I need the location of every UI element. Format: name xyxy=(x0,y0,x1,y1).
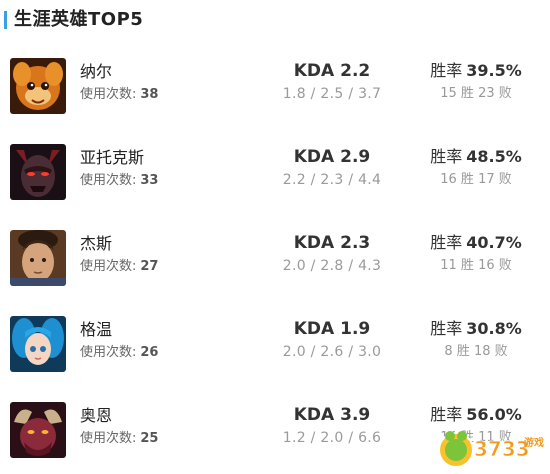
losses-label: 败 xyxy=(498,172,512,187)
win-rate-label: 胜率 xyxy=(430,61,463,80)
win-loss-record: 15 胜 23 败 xyxy=(412,85,540,103)
wins-value: 15 xyxy=(440,86,457,101)
usage-value: 38 xyxy=(140,87,159,102)
losses-label: 败 xyxy=(498,86,512,101)
svg-text:3733: 3733 xyxy=(474,437,530,461)
win-rate-value: 30.8% xyxy=(466,319,522,338)
hero-row[interactable]: 亚托克斯 使用次数: 33 KDA 2.9 2.2 / 2.3 / 4.4 胜率 4… xyxy=(0,140,550,214)
gwen-portrait-icon xyxy=(10,316,66,372)
kda-ratio: KDA 1.9 xyxy=(293,319,371,339)
losses-value: 23 xyxy=(478,86,495,101)
kda-detail: 2.2 / 2.3 / 4.4 xyxy=(282,172,382,188)
header-accent-bar xyxy=(4,11,7,29)
hero-name: 杰斯 xyxy=(80,234,113,253)
kda-detail: 1.8 / 2.5 / 3.7 xyxy=(282,86,382,102)
usage-count: 使用次数: 25 xyxy=(80,430,158,448)
3733-logo-icon: 3733 游戏 xyxy=(436,424,548,470)
svg-text:游戏: 游戏 xyxy=(524,436,544,449)
losses-value: 18 xyxy=(473,344,491,359)
hero-row[interactable]: 格温 使用次数: 26 KDA 1.9 2.0 / 2.6 / 3.0 胜率 30.… xyxy=(0,312,550,386)
losses-label: 败 xyxy=(498,258,512,273)
kda-ratio: KDA 2.2 xyxy=(293,61,371,81)
hero-name: 亚托克斯 xyxy=(80,148,145,167)
win-rate-label: 胜率 xyxy=(430,147,463,166)
wins-label: 胜 xyxy=(460,258,474,273)
wins-value: 11 xyxy=(440,258,457,273)
section-title: 生涯英雄TOP5 xyxy=(14,9,144,30)
usage-value: 27 xyxy=(140,259,159,274)
usage-label: 使用次数: xyxy=(80,259,137,274)
kda-ratio: KDA 3.9 xyxy=(293,405,371,425)
win-rate-label: 胜率 xyxy=(430,233,463,252)
win-rate-value: 48.5% xyxy=(466,147,522,166)
win-loss-record: 8 胜 18 败 xyxy=(412,343,540,361)
usage-value: 33 xyxy=(140,173,159,188)
win-rate-label: 胜率 xyxy=(430,319,463,338)
jayce-portrait-icon xyxy=(10,230,66,286)
usage-count: 使用次数: 38 xyxy=(80,86,158,104)
losses-value: 17 xyxy=(478,172,495,187)
hero-row[interactable]: 杰斯 使用次数: 27 KDA 2.3 2.0 / 2.8 / 4.3 胜率 40.… xyxy=(0,226,550,300)
kda-ratio: KDA 2.3 xyxy=(293,233,371,253)
wins-label: 胜 xyxy=(460,172,474,187)
wins-value: 8 xyxy=(444,344,453,359)
win-rate-value: 56.0% xyxy=(466,405,522,424)
usage-count: 使用次数: 26 xyxy=(80,344,158,362)
usage-label: 使用次数: xyxy=(80,345,137,360)
win-rate: 胜率 39.5% xyxy=(412,60,540,82)
hero-name: 奥恩 xyxy=(80,406,113,425)
gnar-portrait-icon xyxy=(10,58,66,114)
ornn-portrait-icon xyxy=(10,402,66,458)
kda-detail: 2.0 / 2.6 / 3.0 xyxy=(282,344,382,360)
wins-value: 16 xyxy=(440,172,457,187)
win-rate: 胜率 56.0% xyxy=(412,404,540,426)
hero-name: 纳尔 xyxy=(80,62,113,81)
aatrox-portrait-icon xyxy=(10,144,66,200)
win-rate: 胜率 30.8% xyxy=(412,318,540,340)
kda-detail: 1.2 / 2.0 / 6.6 xyxy=(282,430,382,446)
win-rate: 胜率 48.5% xyxy=(412,146,540,168)
hero-name: 格温 xyxy=(80,320,113,339)
section-header: 生涯英雄TOP5 xyxy=(0,0,550,40)
usage-label: 使用次数: xyxy=(80,87,137,102)
hero-row[interactable]: 纳尔 使用次数: 38 KDA 2.2 1.8 / 2.5 / 3.7 胜率 39.… xyxy=(0,54,550,128)
kda-detail: 2.0 / 2.8 / 4.3 xyxy=(282,258,382,274)
win-rate-value: 39.5% xyxy=(466,61,522,80)
win-rate: 胜率 40.7% xyxy=(412,232,540,254)
usage-value: 25 xyxy=(140,431,159,446)
usage-label: 使用次数: xyxy=(80,173,137,188)
usage-count: 使用次数: 33 xyxy=(80,172,158,190)
usage-count: 使用次数: 27 xyxy=(80,258,158,276)
win-rate-value: 40.7% xyxy=(466,233,522,252)
usage-label: 使用次数: xyxy=(80,431,137,446)
win-rate-label: 胜率 xyxy=(430,405,463,424)
losses-label: 败 xyxy=(494,344,508,359)
win-loss-record: 16 胜 17 败 xyxy=(412,171,540,189)
losses-value: 16 xyxy=(478,258,495,273)
wins-label: 胜 xyxy=(456,344,470,359)
win-loss-record: 11 胜 16 败 xyxy=(412,257,540,275)
kda-ratio: KDA 2.9 xyxy=(293,147,371,167)
wins-label: 胜 xyxy=(460,86,474,101)
usage-value: 26 xyxy=(140,345,159,360)
